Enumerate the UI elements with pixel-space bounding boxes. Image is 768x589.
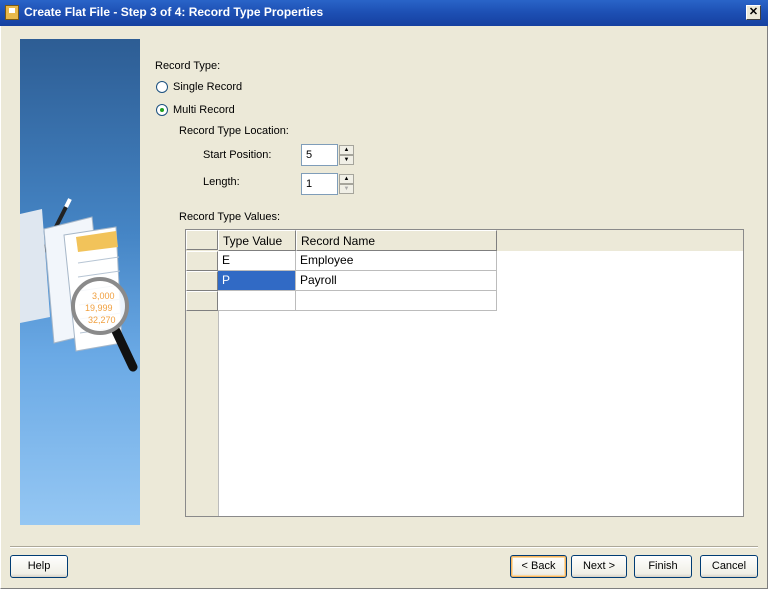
multi-record-label[interactable]: Multi Record bbox=[173, 104, 235, 116]
single-record-radio[interactable] bbox=[156, 81, 168, 93]
start-position-spin-buttons[interactable]: ▲ ▼ bbox=[339, 145, 354, 165]
table-cell-type-value[interactable]: E bbox=[218, 251, 296, 271]
spin-up-icon[interactable]: ▲ bbox=[339, 174, 354, 184]
close-button[interactable]: ✕ bbox=[746, 5, 761, 20]
table-cell-record-name[interactable]: Payroll bbox=[296, 271, 497, 291]
window-title: Create Flat File - Step 3 of 4: Record T… bbox=[24, 5, 324, 19]
column-header-record-name[interactable]: Record Name bbox=[296, 230, 497, 251]
table-cell-record-name[interactable]: Employee bbox=[296, 251, 497, 271]
next-button[interactable]: Next > bbox=[571, 555, 627, 578]
finish-button[interactable]: Finish bbox=[634, 555, 692, 578]
record-type-heading: Record Type: bbox=[155, 60, 221, 72]
spin-down-icon[interactable]: ▼ bbox=[339, 155, 354, 165]
row-header[interactable] bbox=[186, 271, 218, 291]
title-bar: Create Flat File - Step 3 of 4: Record T… bbox=[0, 0, 768, 26]
button-separator bbox=[10, 546, 758, 548]
spin-up-icon[interactable]: ▲ bbox=[339, 145, 354, 155]
row-header[interactable] bbox=[186, 291, 218, 311]
corner-header bbox=[186, 230, 218, 250]
multi-record-radio[interactable] bbox=[156, 104, 168, 116]
start-position-label: Start Position: bbox=[203, 149, 272, 161]
wizard-illustration: 3,000 19,999 32,270 bbox=[20, 39, 140, 525]
length-spin-buttons[interactable]: ▲ ▼ bbox=[339, 174, 354, 194]
magnifier-spreadsheet-illustration: 3,000 19,999 32,270 bbox=[20, 198, 138, 372]
record-type-values-table[interactable]: Type Value Record Name E Employee P Payr… bbox=[185, 229, 744, 517]
length-spinner[interactable]: 1 ▲ ▼ bbox=[301, 173, 355, 195]
table-cell-record-name[interactable] bbox=[296, 291, 497, 311]
table-cell-type-value[interactable] bbox=[218, 291, 296, 311]
column-header-type-value[interactable]: Type Value bbox=[218, 230, 296, 251]
record-type-values-heading: Record Type Values: bbox=[179, 211, 281, 223]
start-position-input[interactable]: 5 bbox=[301, 144, 338, 166]
length-label: Length: bbox=[203, 176, 240, 188]
back-button[interactable]: < Back bbox=[510, 555, 567, 578]
spin-down-icon: ▼ bbox=[339, 184, 354, 194]
record-type-location-heading: Record Type Location: bbox=[179, 125, 289, 137]
start-position-spinner[interactable]: 5 ▲ ▼ bbox=[301, 144, 355, 166]
single-record-label[interactable]: Single Record bbox=[173, 81, 242, 93]
magnified-number: 19,999 bbox=[85, 303, 113, 313]
help-button[interactable]: Help bbox=[10, 555, 68, 578]
magnified-number: 3,000 bbox=[92, 291, 115, 301]
table-cell-type-value-selected[interactable]: P bbox=[218, 271, 296, 291]
cancel-button[interactable]: Cancel bbox=[700, 555, 758, 578]
magnified-number: 32,270 bbox=[88, 315, 116, 325]
length-input[interactable]: 1 bbox=[301, 173, 338, 195]
app-icon bbox=[5, 5, 19, 20]
row-header[interactable] bbox=[186, 251, 218, 271]
